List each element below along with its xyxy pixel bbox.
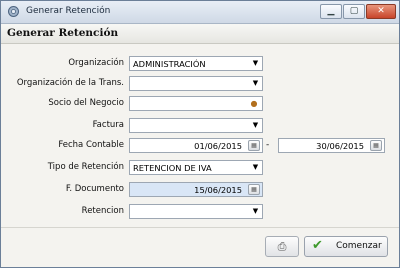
close-button[interactable]: ✕ xyxy=(366,4,396,19)
chevron-down-icon[interactable]: ▼ xyxy=(250,206,261,217)
organizacion-select[interactable]: ADMINISTRACIÓN ▼ xyxy=(129,56,263,71)
organizacion-trans-select[interactable]: ▼ xyxy=(129,76,263,91)
print-button[interactable]: ⎙ xyxy=(265,236,299,257)
user-icon[interactable]: ● xyxy=(248,98,260,109)
window-title: Generar Retención xyxy=(26,6,111,16)
chevron-down-icon[interactable]: ▼ xyxy=(250,58,261,69)
page-title: Generar Retención xyxy=(7,27,119,39)
tipo-retencion-value: RETENCION DE IVA xyxy=(133,163,212,173)
organizacion-label: Organización xyxy=(68,58,124,68)
title-bar: Generar Retención ▁ ▢ ✕ xyxy=(1,1,399,24)
calendar-icon[interactable]: ▦ xyxy=(370,140,382,151)
organizacion-trans-label: Organización de la Trans. xyxy=(16,78,124,88)
dialog-window: Generar Retención ▁ ▢ ✕ Generar Retenció… xyxy=(0,0,400,268)
date-range-separator: - xyxy=(266,140,270,150)
f-documento-label: F. Documento xyxy=(65,184,124,194)
factura-select[interactable]: ▼ xyxy=(129,118,263,133)
gear-icon xyxy=(8,6,19,17)
comenzar-label: Comenzar xyxy=(336,241,382,251)
tipo-retencion-label: Tipo de Retención xyxy=(47,162,124,172)
socio-label: Socio del Negocio xyxy=(48,98,124,108)
fecha-contable-to-field[interactable]: 30/06/2015 ▦ xyxy=(278,138,385,153)
f-documento-value: 15/06/2015 xyxy=(194,185,242,195)
fecha-contable-to-value: 30/06/2015 xyxy=(316,141,364,151)
fecha-contable-label: Fecha Contable xyxy=(58,140,124,150)
fecha-contable-from-field[interactable]: 01/06/2015 ▦ xyxy=(129,138,263,153)
tipo-retencion-select[interactable]: RETENCION DE IVA ▼ xyxy=(129,160,263,175)
chevron-down-icon[interactable]: ▼ xyxy=(250,78,261,89)
socio-field[interactable]: ● xyxy=(129,96,263,111)
maximize-button[interactable]: ▢ xyxy=(343,4,365,19)
calendar-icon[interactable]: ▦ xyxy=(248,140,260,151)
f-documento-field[interactable]: 15/06/2015 ▦ xyxy=(129,182,263,197)
check-icon: ✔ xyxy=(312,238,323,253)
print-icon: ⎙ xyxy=(277,240,287,253)
footer-divider xyxy=(1,227,399,228)
chevron-down-icon[interactable]: ▼ xyxy=(250,162,261,173)
form-header: Generar Retención xyxy=(1,24,399,44)
factura-label: Factura xyxy=(92,120,124,130)
organizacion-value: ADMINISTRACIÓN xyxy=(133,59,206,69)
retencion-label: Retencion xyxy=(81,206,124,216)
minimize-button[interactable]: ▁ xyxy=(320,4,342,19)
calendar-icon[interactable]: ▦ xyxy=(248,184,260,195)
retencion-select[interactable]: ▼ xyxy=(129,204,263,219)
comenzar-button[interactable]: ✔ Comenzar xyxy=(304,236,388,257)
fecha-contable-from-value: 01/06/2015 xyxy=(194,141,242,151)
chevron-down-icon[interactable]: ▼ xyxy=(250,120,261,131)
